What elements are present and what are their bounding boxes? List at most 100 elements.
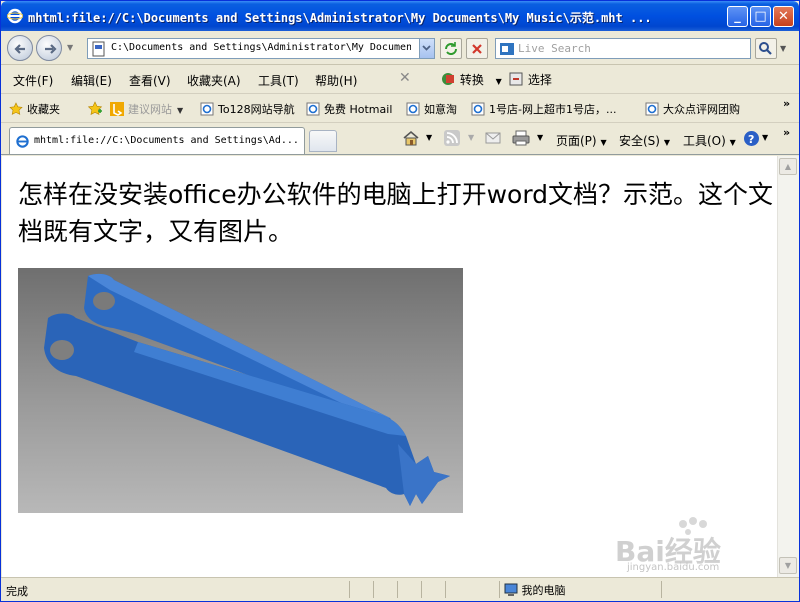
favorites-center-button[interactable]: 收藏夹 [9, 101, 60, 117]
tools-menu[interactable]: 工具(O) ▼ [683, 132, 736, 149]
tab-bar: mhtml:file://C:\Documents and Settings\A… [1, 123, 799, 155]
star-icon [9, 102, 23, 115]
forward-button[interactable] [36, 35, 62, 61]
tools-label: 工具(O) [683, 134, 726, 148]
print-dropdown-icon[interactable]: ▼ [537, 133, 543, 142]
rss-feed-icon [444, 130, 460, 146]
tab-current[interactable]: mhtml:file://C:\Documents and Settings\A… [9, 127, 305, 154]
fav-label: 如意淘 [424, 103, 457, 116]
search-input[interactable]: Live Search [495, 38, 751, 59]
status-divider [661, 581, 662, 598]
page-label: 页面(P) [556, 134, 597, 148]
tweezers-shape [44, 273, 450, 506]
print-button[interactable] [512, 130, 530, 149]
stop-button[interactable] [466, 38, 488, 59]
ie-logo-icon [16, 135, 29, 148]
page-icon [92, 41, 105, 57]
search-button[interactable] [755, 38, 777, 59]
safety-menu[interactable]: 安全(S) ▼ [619, 132, 670, 149]
page-menu[interactable]: 页面(P) ▼ [556, 132, 607, 149]
address-toolbar: ▼ C:\Documents and Settings\Administrato… [1, 31, 799, 65]
menu-favorites[interactable]: 收藏夹(A) [187, 72, 241, 89]
chevron-down-icon: ▼ [663, 138, 670, 147]
ie-page-icon [645, 102, 659, 116]
refresh-button[interactable] [440, 38, 462, 59]
scroll-up-button[interactable]: ▲ [779, 158, 797, 175]
chevron-down-icon [422, 45, 431, 51]
maximize-icon: □ [754, 9, 767, 24]
help-button[interactable]: ? [743, 130, 760, 150]
security-zone[interactable]: 我的电脑 [504, 582, 566, 598]
ie-page-icon [200, 102, 214, 116]
read-mail-button[interactable] [485, 130, 501, 149]
menu-tools[interactable]: 工具(T) [258, 72, 299, 89]
refresh-icon [445, 42, 457, 55]
fav-label: 建议网站 [128, 103, 172, 116]
fav-to128[interactable]: To128网站导航 [200, 101, 295, 117]
close-toolbar-icon[interactable]: ✕ [399, 70, 411, 86]
favorites-bar: 收藏夹 建议网站 ▼ To128网站导航 免费 Hotmail 如意淘 1号店-网… [1, 94, 799, 123]
search-options-icon[interactable]: ▼ [780, 44, 786, 53]
vertical-scrollbar[interactable]: ▲ ▼ [777, 156, 799, 577]
home-dropdown-icon[interactable]: ▼ [426, 133, 432, 142]
convert-icon [442, 73, 454, 85]
ie-page-icon [406, 102, 420, 116]
history-dropdown-icon[interactable]: ▼ [67, 43, 73, 52]
baidu-jingyan-watermark: Bai经验 jingyan.baidu.com [613, 514, 773, 574]
status-divider [397, 581, 398, 598]
arrow-up-icon: ▲ [784, 162, 792, 171]
browser-window: mhtml:file://C:\Documents and Settings\A… [0, 0, 800, 602]
back-button[interactable] [7, 35, 33, 61]
select-button[interactable]: 选择 [509, 71, 552, 88]
svg-text:?: ? [748, 133, 754, 146]
chevron-more-icon[interactable]: » [783, 97, 790, 110]
minimize-icon: _ [734, 9, 741, 24]
home-button[interactable] [402, 129, 420, 150]
chevron-down-icon: ▼ [600, 138, 607, 147]
address-dropdown-button[interactable] [419, 39, 434, 58]
status-divider [421, 581, 422, 598]
menu-view[interactable]: 查看(V) [129, 72, 171, 89]
status-divider [349, 581, 350, 598]
convert-button[interactable]: 转换 ▼ [441, 71, 502, 88]
fav-label: 1号店-网上超市1号店，... [489, 103, 617, 116]
fav-ruyitao[interactable]: 如意淘 [406, 101, 457, 117]
tab-title: mhtml:file://C:\Documents and Settings\A… [34, 135, 299, 146]
close-window-button[interactable]: ✕ [773, 6, 794, 27]
chevron-down-icon: ▼ [729, 138, 736, 147]
select-icon [509, 72, 523, 86]
fav-suggested-sites[interactable]: 建议网站 ▼ [110, 101, 183, 117]
fav-yihaodian[interactable]: 1号店-网上超市1号店，... [471, 101, 616, 117]
help-icon: ? [744, 131, 759, 146]
menu-bar: 文件(F) 编辑(E) 查看(V) 收藏夹(A) 工具(T) 帮助(H) ✕ 转… [1, 65, 799, 94]
tweezers-3d-image [18, 268, 463, 513]
title-bar[interactable]: mhtml:file://C:\Documents and Settings\A… [1, 1, 799, 31]
live-search-icon [500, 43, 514, 55]
fav-hotmail[interactable]: 免费 Hotmail [306, 101, 392, 117]
scroll-down-button[interactable]: ▼ [779, 557, 797, 574]
safety-label: 安全(S) [619, 134, 660, 148]
ie-page-icon [471, 102, 485, 116]
add-star-icon [87, 101, 103, 115]
zone-label: 我的电脑 [521, 584, 566, 597]
minimize-button[interactable]: _ [727, 6, 748, 27]
new-tab-button[interactable] [309, 130, 337, 152]
menu-help[interactable]: 帮助(H) [315, 72, 357, 89]
convert-dropdown-icon: ▼ [495, 77, 502, 86]
menu-file[interactable]: 文件(F) [13, 72, 53, 89]
help-dropdown-icon[interactable]: ▼ [762, 133, 768, 142]
status-divider [499, 581, 500, 598]
fav-dianping[interactable]: 大众点评网团购 [645, 101, 740, 117]
watermark-url: jingyan.baidu.com [627, 562, 720, 573]
search-icon [759, 42, 772, 55]
bing-icon [110, 102, 124, 116]
address-field[interactable]: C:\Documents and Settings\Administrator\… [87, 38, 435, 59]
menu-edit[interactable]: 编辑(E) [71, 72, 112, 89]
add-favorite-button[interactable] [87, 101, 103, 120]
ie-page-icon [306, 102, 320, 116]
chevron-more-icon[interactable]: » [783, 126, 790, 139]
fav-label: 大众点评网团购 [663, 103, 740, 116]
search-placeholder: Live Search [518, 42, 591, 55]
status-divider [373, 581, 374, 598]
maximize-button[interactable]: □ [750, 6, 771, 27]
